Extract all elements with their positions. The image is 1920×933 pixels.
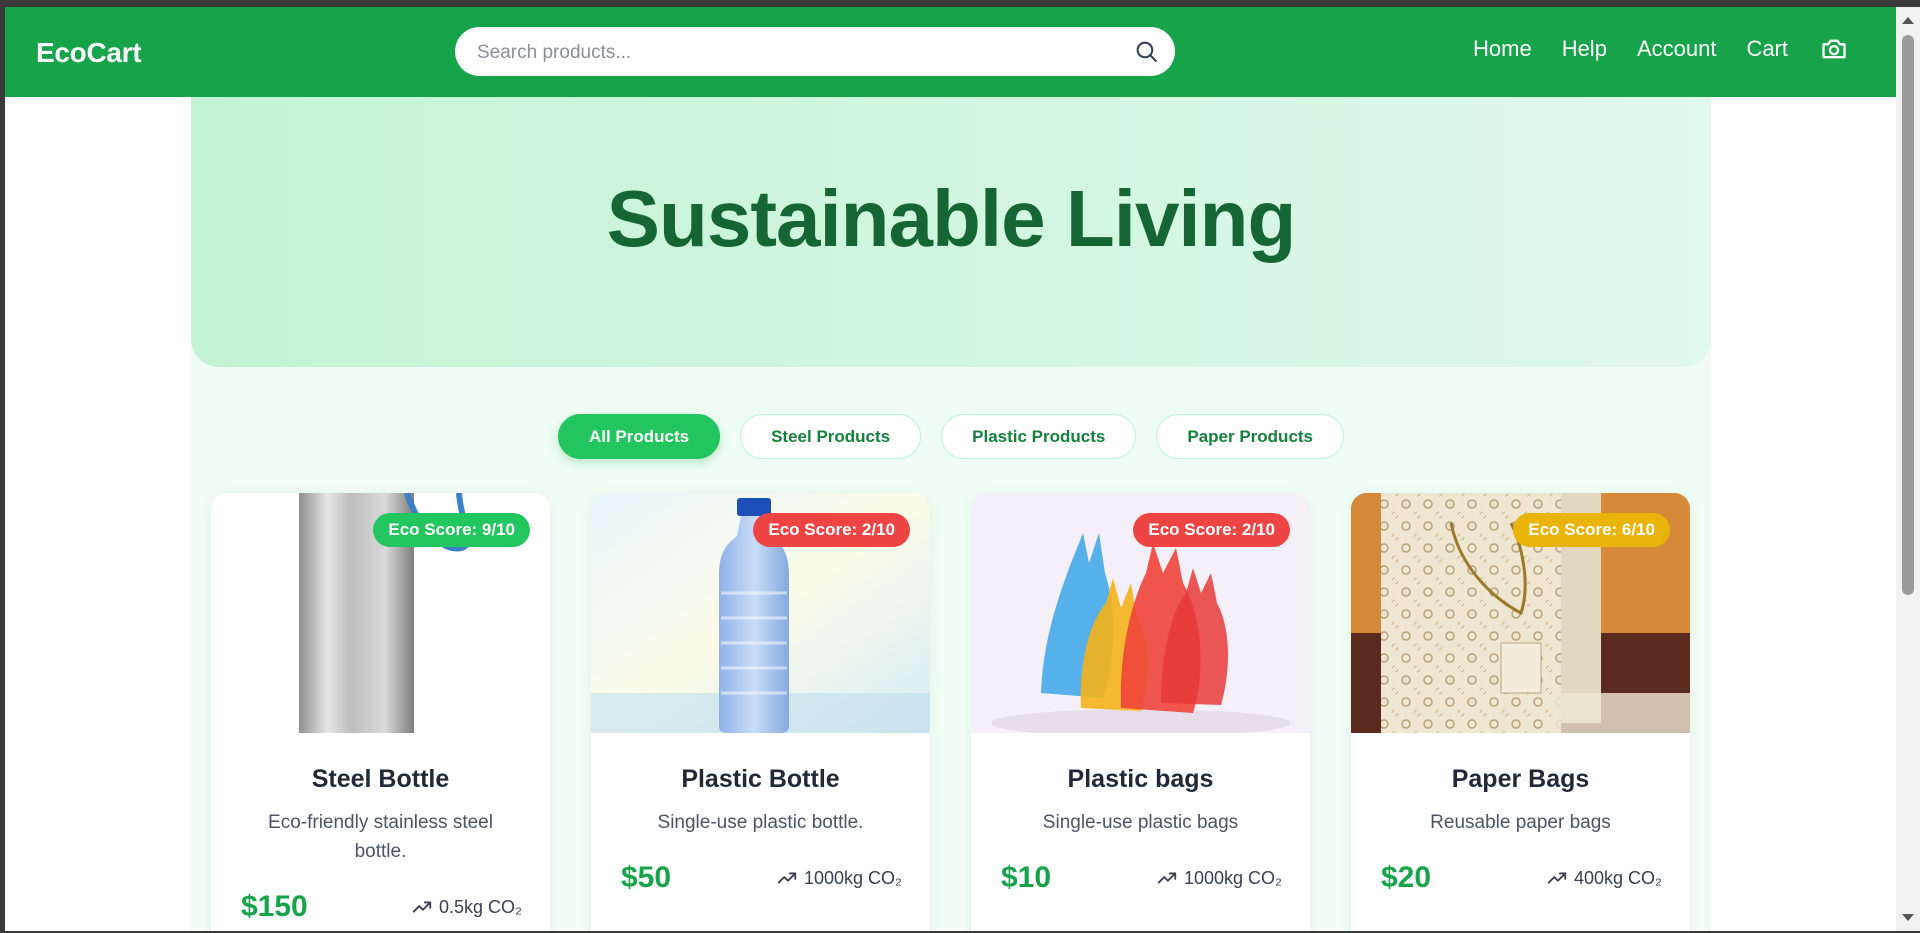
co2-value: 400kg CO₂ [1573,867,1662,888]
eco-score-badge: Eco Score: 2/10 [753,513,910,547]
eco-score-badge: Eco Score: 6/10 [1513,513,1670,547]
co2-emission: 400kg CO₂ [1546,867,1662,889]
co2-emission: 1000kg CO₂ [1156,867,1282,889]
product-card[interactable]: Eco Score: 2/10 Plastic bags Single-use … [971,493,1310,931]
eco-score-badge: Eco Score: 9/10 [373,513,530,547]
co2-value: 1000kg CO₂ [1183,867,1282,888]
browser-viewport: EcoCart Home Help Account Cart Sustainab… [5,7,1896,931]
search-input[interactable] [475,27,1119,78]
product-image-plastic-bags: Eco Score: 2/10 [971,493,1310,733]
co2-emission: 1000kg CO₂ [776,867,902,889]
scroll-down-arrow-icon[interactable] [1902,914,1914,921]
product-name: Plastic Bottle [681,765,840,793]
navbar: EcoCart Home Help Account Cart [5,7,1896,97]
co2-value: 1000kg CO₂ [803,867,902,888]
scroll-up-arrow-icon[interactable] [1902,17,1914,24]
product-price: $50 [621,861,672,894]
trending-up-icon [1157,872,1177,884]
product-footer: $150 0.5kg CO₂ [241,890,522,924]
filter-paper-products[interactable]: Paper Products [1156,414,1345,459]
brand-logo[interactable]: EcoCart [36,37,142,69]
product-price: $150 [241,890,308,923]
product-description: Reusable paper bags [1430,812,1611,833]
trending-up-icon [1547,872,1567,884]
trending-up-icon [412,901,432,913]
product-name: Plastic bags [1067,765,1214,793]
product-card[interactable]: Eco Score: 2/10 Plastic Bottle Single-us… [591,493,930,931]
filter-steel-products[interactable]: Steel Products [740,414,922,459]
search-icon[interactable] [1134,39,1159,64]
filter-plastic-products[interactable]: Plastic Products [941,414,1137,459]
product-description: Eco-friendly stainless steel bottle. [268,812,493,862]
filter-all-products[interactable]: All Products [557,414,721,459]
scroll-thumb[interactable] [1902,35,1914,595]
nav-link-home[interactable]: Home [1473,36,1532,62]
trending-up-icon [777,872,797,884]
product-name: Steel Bottle [311,765,450,793]
product-card[interactable]: Eco Score: 6/10 Paper Bags Reusable pape… [1351,493,1690,931]
category-filters: All Products Steel Products Plastic Prod… [191,414,1711,459]
nav-link-cart[interactable]: Cart [1746,36,1788,62]
search-bar [455,27,1175,78]
product-image-steel-bottle: Eco Score: 9/10 [211,493,550,733]
product-grid: Eco Score: 9/10 Steel Bottle Eco-friendl… [211,493,1691,931]
product-card[interactable]: Eco Score: 9/10 Steel Bottle Eco-friendl… [211,493,550,931]
co2-value: 0.5kg CO₂ [438,896,522,917]
product-description: Single-use plastic bags [1042,812,1239,833]
product-footer: $10 1000kg CO₂ [1001,861,1282,895]
main-content: Sustainable Living All Products Steel Pr… [191,97,1711,931]
nav-link-help[interactable]: Help [1562,36,1607,62]
product-price: $10 [1001,861,1052,894]
co2-emission: 0.5kg CO₂ [411,896,522,918]
product-image-paper-bags: Eco Score: 6/10 [1351,493,1690,733]
hero-banner: Sustainable Living [191,97,1711,367]
nav-link-account[interactable]: Account [1637,36,1717,62]
eco-score-badge: Eco Score: 2/10 [1133,513,1290,547]
product-description: Single-use plastic bottle. [657,812,864,833]
product-image-plastic-bottle: Eco Score: 2/10 [591,493,930,733]
product-price: $20 [1381,861,1432,894]
hero-title: Sustainable Living [606,174,1297,263]
camera-icon[interactable] [1820,35,1848,63]
product-footer: $20 400kg CO₂ [1381,861,1662,895]
vertical-scrollbar[interactable] [1896,7,1920,931]
product-name: Paper Bags [1451,765,1590,793]
nav-links: Home Help Account Cart [1443,35,1848,63]
product-footer: $50 1000kg CO₂ [621,861,902,895]
